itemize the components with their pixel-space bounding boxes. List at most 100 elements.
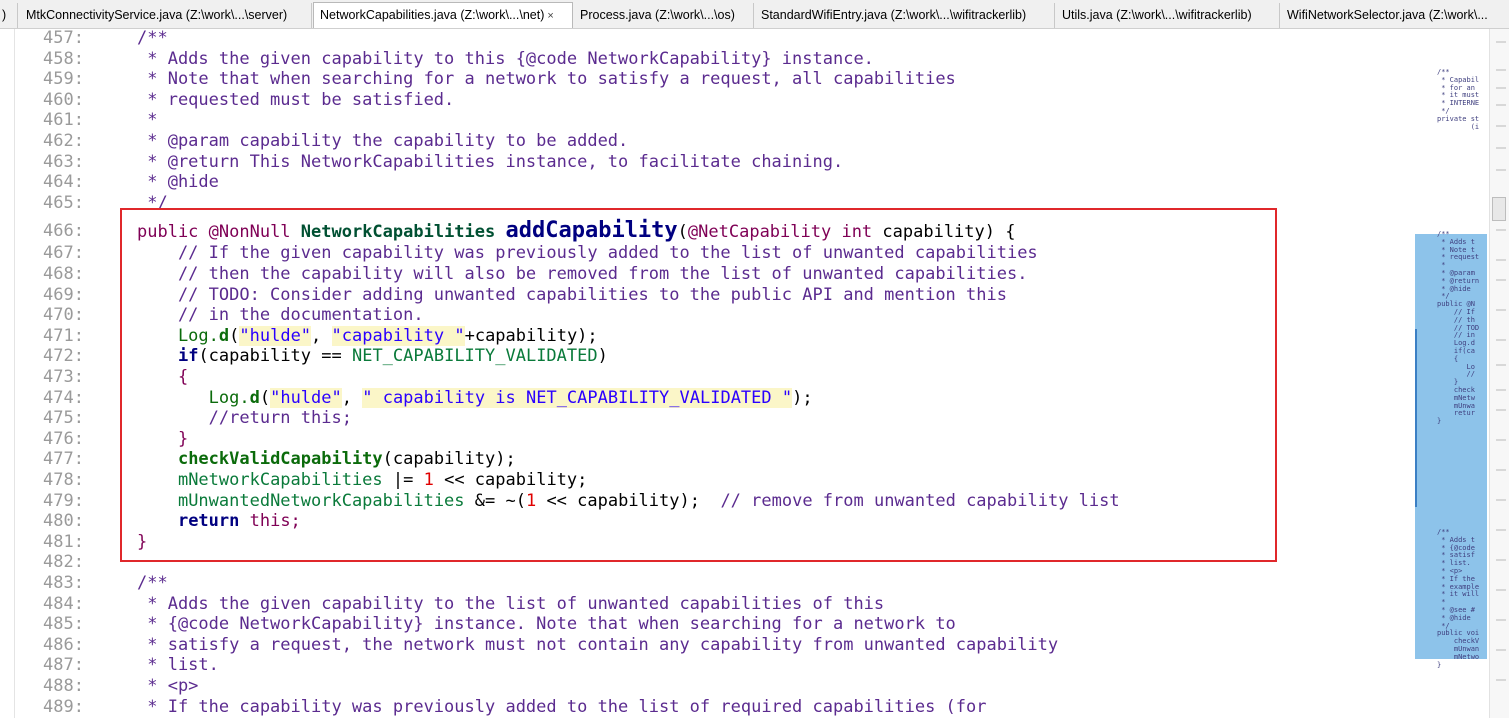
line-number: 488:: [43, 676, 84, 696]
line-number: 470:: [43, 305, 84, 326]
scrollbar-marker: [1496, 649, 1506, 651]
code-line-471: Log.d("hulde", "capability "+capability)…: [137, 325, 598, 346]
line-number: 478:: [43, 470, 84, 490]
tab-mtkconnectivityservice[interactable]: MtkConnectivityService.java (Z:\work\...…: [20, 3, 312, 28]
code-line-486: * satisfy a request, the network must no…: [137, 634, 1059, 655]
code-minimap[interactable]: /** * Capabil * for an * it must * INTER…: [1415, 29, 1487, 718]
keyword-int: int: [841, 222, 883, 242]
inline-comment: // remove from unwanted capability list: [720, 490, 1120, 511]
line-number: 477:: [43, 449, 84, 470]
minimap-block-2: /** * Adds t * Note t * request * * @par…: [1437, 230, 1480, 426]
code-line-489: * If the capability was previously added…: [137, 696, 987, 717]
code-line-479: mUnwantedNetworkCapabilities &= ~(1 << c…: [137, 491, 1120, 511]
minimap-block-1: /** * Capabil * for an * it must * INTER…: [1437, 68, 1480, 131]
line-number: 475:: [43, 408, 84, 429]
tab-label: NetworkCapabilities.java (Z:\work\...\ne…: [320, 8, 545, 22]
close-icon[interactable]: ×: [547, 10, 553, 22]
code-rest: << capability);: [536, 490, 721, 511]
string-literal: "hulde": [270, 387, 342, 408]
code-line-475: //return this;: [137, 408, 352, 429]
scrollbar-marker: [1496, 279, 1506, 281]
scrollbar-marker: [1496, 499, 1506, 501]
paren: (: [677, 222, 688, 242]
scrollbar-marker: [1496, 559, 1506, 561]
vertical-scrollbar[interactable]: [1489, 29, 1509, 718]
scrollbar-marker: [1496, 125, 1506, 127]
code-line-483: /**: [137, 573, 168, 593]
code-line-474: Log.d("hulde", " capability is NET_CAPAB…: [137, 387, 813, 408]
code-line-457: /**: [137, 28, 168, 48]
line-number: 484:: [43, 593, 84, 614]
keyword-return: return: [177, 511, 240, 532]
line-number: 474:: [43, 387, 84, 408]
string-literal: "hulde": [239, 325, 312, 346]
line-number: 463:: [43, 151, 84, 172]
string-literal: "capability ": [331, 325, 465, 346]
scrollbar-marker: [1496, 41, 1506, 43]
line-number: 480:: [43, 511, 84, 532]
number-literal: 1: [525, 490, 537, 511]
scrollbar-thumb[interactable]: [1492, 197, 1506, 221]
line-number: 489:: [43, 696, 84, 717]
code-line-464: * @hide: [137, 172, 219, 193]
scrollbar-marker: [1496, 339, 1506, 341]
log-class: Log.: [137, 387, 250, 408]
line-number: 473:: [43, 367, 84, 387]
scrollbar-marker: [1496, 229, 1506, 231]
type-networkcapabilities: NetworkCapabilities: [300, 222, 506, 242]
scrollbar-marker: [1496, 589, 1506, 591]
line-number: 461:: [43, 110, 84, 131]
line-number: 457:: [43, 28, 84, 48]
tab-wifinetworkselector[interactable]: WifiNetworkSelector.java (Z:\work\...: [1281, 3, 1509, 28]
tab-label: StandardWifiEntry.java (Z:\work\...\wifi…: [761, 8, 1027, 22]
editor-tab-bar: ) MtkConnectivityService.java (Z:\work\.…: [0, 0, 1509, 29]
code-line-476: }: [137, 428, 189, 449]
code-line-468: // then the capability will also be remo…: [137, 264, 1028, 284]
line-number: 471:: [43, 325, 84, 346]
annotation-nonnull: @NonNull: [208, 222, 301, 242]
code-line-462: * @param capability the capability to be…: [137, 131, 629, 151]
code-line-467: // If the given capability was previousl…: [137, 243, 1038, 264]
code-line-460: * requested must be satisfied.: [137, 89, 455, 110]
line-number: 462:: [43, 131, 84, 151]
line-number: 479:: [43, 490, 84, 511]
line-number: 482:: [43, 552, 84, 573]
tab-standardwifientry[interactable]: StandardWifiEntry.java (Z:\work\...\wifi…: [755, 3, 1055, 28]
line-number: 469:: [43, 284, 84, 305]
code-rest: (capability ==: [198, 346, 352, 367]
code-line-463: * @return This NetworkCapabilities insta…: [137, 151, 844, 172]
comma: ,: [341, 387, 363, 408]
code-line-487: * list.: [137, 655, 219, 676]
tab-networkcapabilities[interactable]: NetworkCapabilities.java (Z:\work\...\ne…: [313, 2, 573, 28]
code-line-481: }: [137, 531, 148, 552]
scrollbar-marker: [1496, 409, 1506, 411]
tab-utils[interactable]: Utils.java (Z:\work\...\wifitrackerlib): [1056, 3, 1280, 28]
field-mnetworkcapabilities: mNetworkCapabilities: [177, 470, 383, 490]
paren: ): [597, 346, 608, 367]
log-d-call: d: [218, 325, 230, 346]
code-line-470: // in the documentation.: [137, 305, 424, 326]
string-literal: " capability is NET_CAPABILITY_VALIDATED…: [362, 387, 793, 408]
tab-label: WifiNetworkSelector.java (Z:\work\...: [1287, 8, 1488, 22]
keyword-public: public: [137, 222, 209, 242]
comma: ,: [311, 325, 332, 346]
minimap-block-3: /** * Adds t * {@code * satisf * list. *…: [1437, 528, 1480, 669]
line-number: 472:: [43, 346, 84, 367]
tab-partial[interactable]: ): [0, 3, 18, 28]
line-number: 485:: [43, 614, 84, 635]
scrollbar-marker: [1496, 364, 1506, 366]
paren: (: [229, 325, 240, 346]
line-number: 476:: [43, 428, 84, 449]
tab-process[interactable]: Process.java (Z:\work\...\os): [574, 3, 754, 28]
line-number: 467:: [43, 243, 84, 264]
log-class: Log.: [137, 325, 219, 346]
code-line-473: {: [137, 367, 189, 387]
code-line-478: mNetworkCapabilities |= 1 << capability;: [137, 470, 587, 490]
code-rest: (capability);: [382, 449, 516, 470]
line-number: 487:: [43, 655, 84, 676]
code-line-459: * Note that when searching for a network…: [137, 69, 956, 90]
line-number: 486:: [43, 634, 84, 655]
